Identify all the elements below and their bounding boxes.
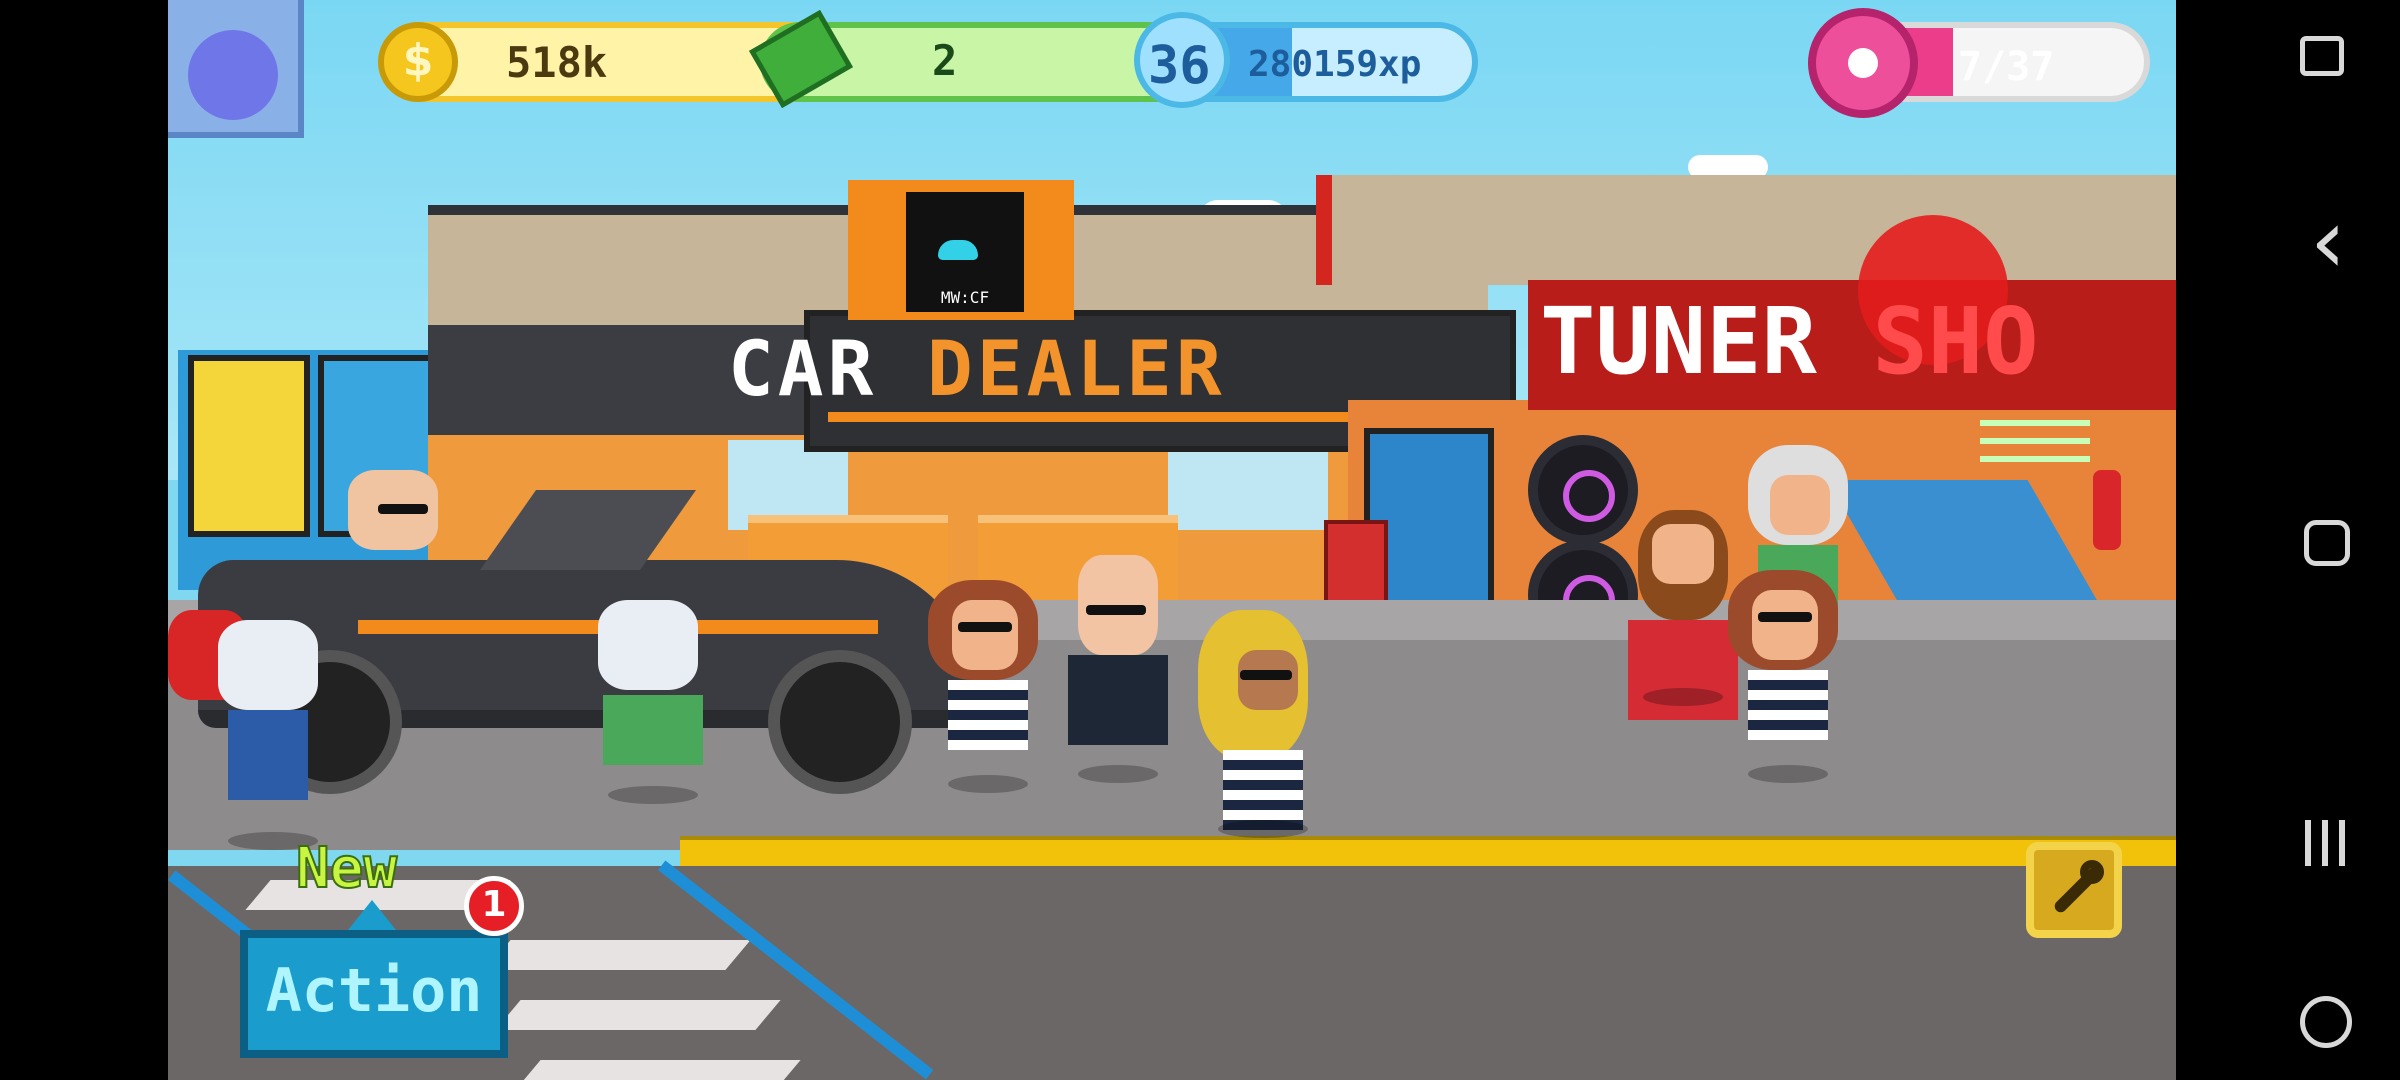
- head: [1770, 475, 1830, 535]
- wrench-head: [2080, 860, 2104, 884]
- coin-icon: $: [378, 22, 458, 102]
- tire-stack: [1528, 435, 1638, 545]
- avatar-silhouette: [188, 30, 278, 120]
- shirt: [948, 680, 1028, 750]
- screenshot-icon[interactable]: [2300, 36, 2344, 76]
- level-value: 36: [1148, 36, 1211, 96]
- neon-light: [1980, 456, 2090, 462]
- sunglasses: [378, 504, 428, 514]
- shirt: [1748, 670, 1828, 740]
- profile-avatar-button[interactable]: [168, 0, 304, 138]
- new-label: New: [295, 835, 398, 902]
- tuner-shop-sign-text: TUNER SHO: [1540, 288, 2039, 395]
- tuner-shop-sign-word2: SHO: [1872, 288, 2039, 395]
- shadow: [1748, 765, 1828, 783]
- xp-value: 280159xp: [1248, 44, 1422, 85]
- car-wheel: [768, 650, 912, 794]
- shadow: [948, 775, 1028, 793]
- fire-extinguisher: [2093, 470, 2121, 550]
- system-nav-bar: [2176, 0, 2400, 1080]
- head: [1752, 590, 1818, 660]
- head: [952, 600, 1018, 670]
- shadow: [1218, 820, 1308, 838]
- back-icon[interactable]: ‹: [2296, 197, 2360, 287]
- head: [1652, 524, 1714, 584]
- helmet: [218, 620, 318, 710]
- tuner-shop-roof: [1316, 175, 2176, 285]
- ufo-icon: [938, 240, 978, 260]
- crosswalk-stripe: [485, 940, 751, 970]
- shirt: [1223, 750, 1303, 830]
- vending-machine[interactable]: [188, 355, 310, 537]
- shirt: [228, 710, 308, 800]
- neon-light: [1980, 438, 2090, 444]
- action-button[interactable]: Action: [240, 930, 508, 1058]
- donut-hole: [1848, 48, 1878, 78]
- gamepad-icon[interactable]: [2300, 996, 2352, 1048]
- home-icon[interactable]: [2304, 520, 2350, 566]
- sunglasses: [1758, 612, 1812, 622]
- donut-value: 7/37: [1958, 44, 2055, 90]
- shadow: [1643, 688, 1723, 706]
- dealer-screen-label: MW:CF: [940, 288, 990, 307]
- action-button-label: Action: [265, 956, 483, 1026]
- neon-light: [1980, 420, 2090, 426]
- showroom-window: [1168, 440, 1328, 530]
- donut-icon: [1808, 8, 1918, 118]
- sunglasses: [958, 622, 1012, 632]
- cash-value: 2: [932, 36, 958, 85]
- car-dealer-sign-word1: CAR: [728, 324, 878, 413]
- helmet: [598, 600, 698, 690]
- suit: [1068, 655, 1168, 745]
- tools-button[interactable]: [2026, 842, 2122, 938]
- game-viewport[interactable]: CAR DEALER MW:CF TUNER SHO $ 518k 2 36 2…: [168, 0, 2176, 1080]
- arrow-up-icon: [348, 900, 396, 930]
- car-dealer-sign-word2: DEALER: [927, 324, 1226, 413]
- car-dealer-sign-text: CAR DEALER: [728, 324, 1226, 413]
- coins-value: 518k: [506, 38, 608, 87]
- crosswalk-stripe: [495, 1000, 781, 1030]
- shadow: [608, 786, 698, 804]
- crosswalk-stripe: [515, 1060, 801, 1080]
- curb: [680, 836, 2176, 870]
- shirt: [603, 695, 703, 765]
- notification-badge: 1: [464, 876, 524, 936]
- shadow: [1078, 765, 1158, 783]
- sunglasses: [1240, 670, 1292, 680]
- sunglasses: [1086, 605, 1146, 615]
- tuner-shop-sign-word1: TUNER: [1540, 288, 1817, 395]
- head: [1238, 650, 1298, 710]
